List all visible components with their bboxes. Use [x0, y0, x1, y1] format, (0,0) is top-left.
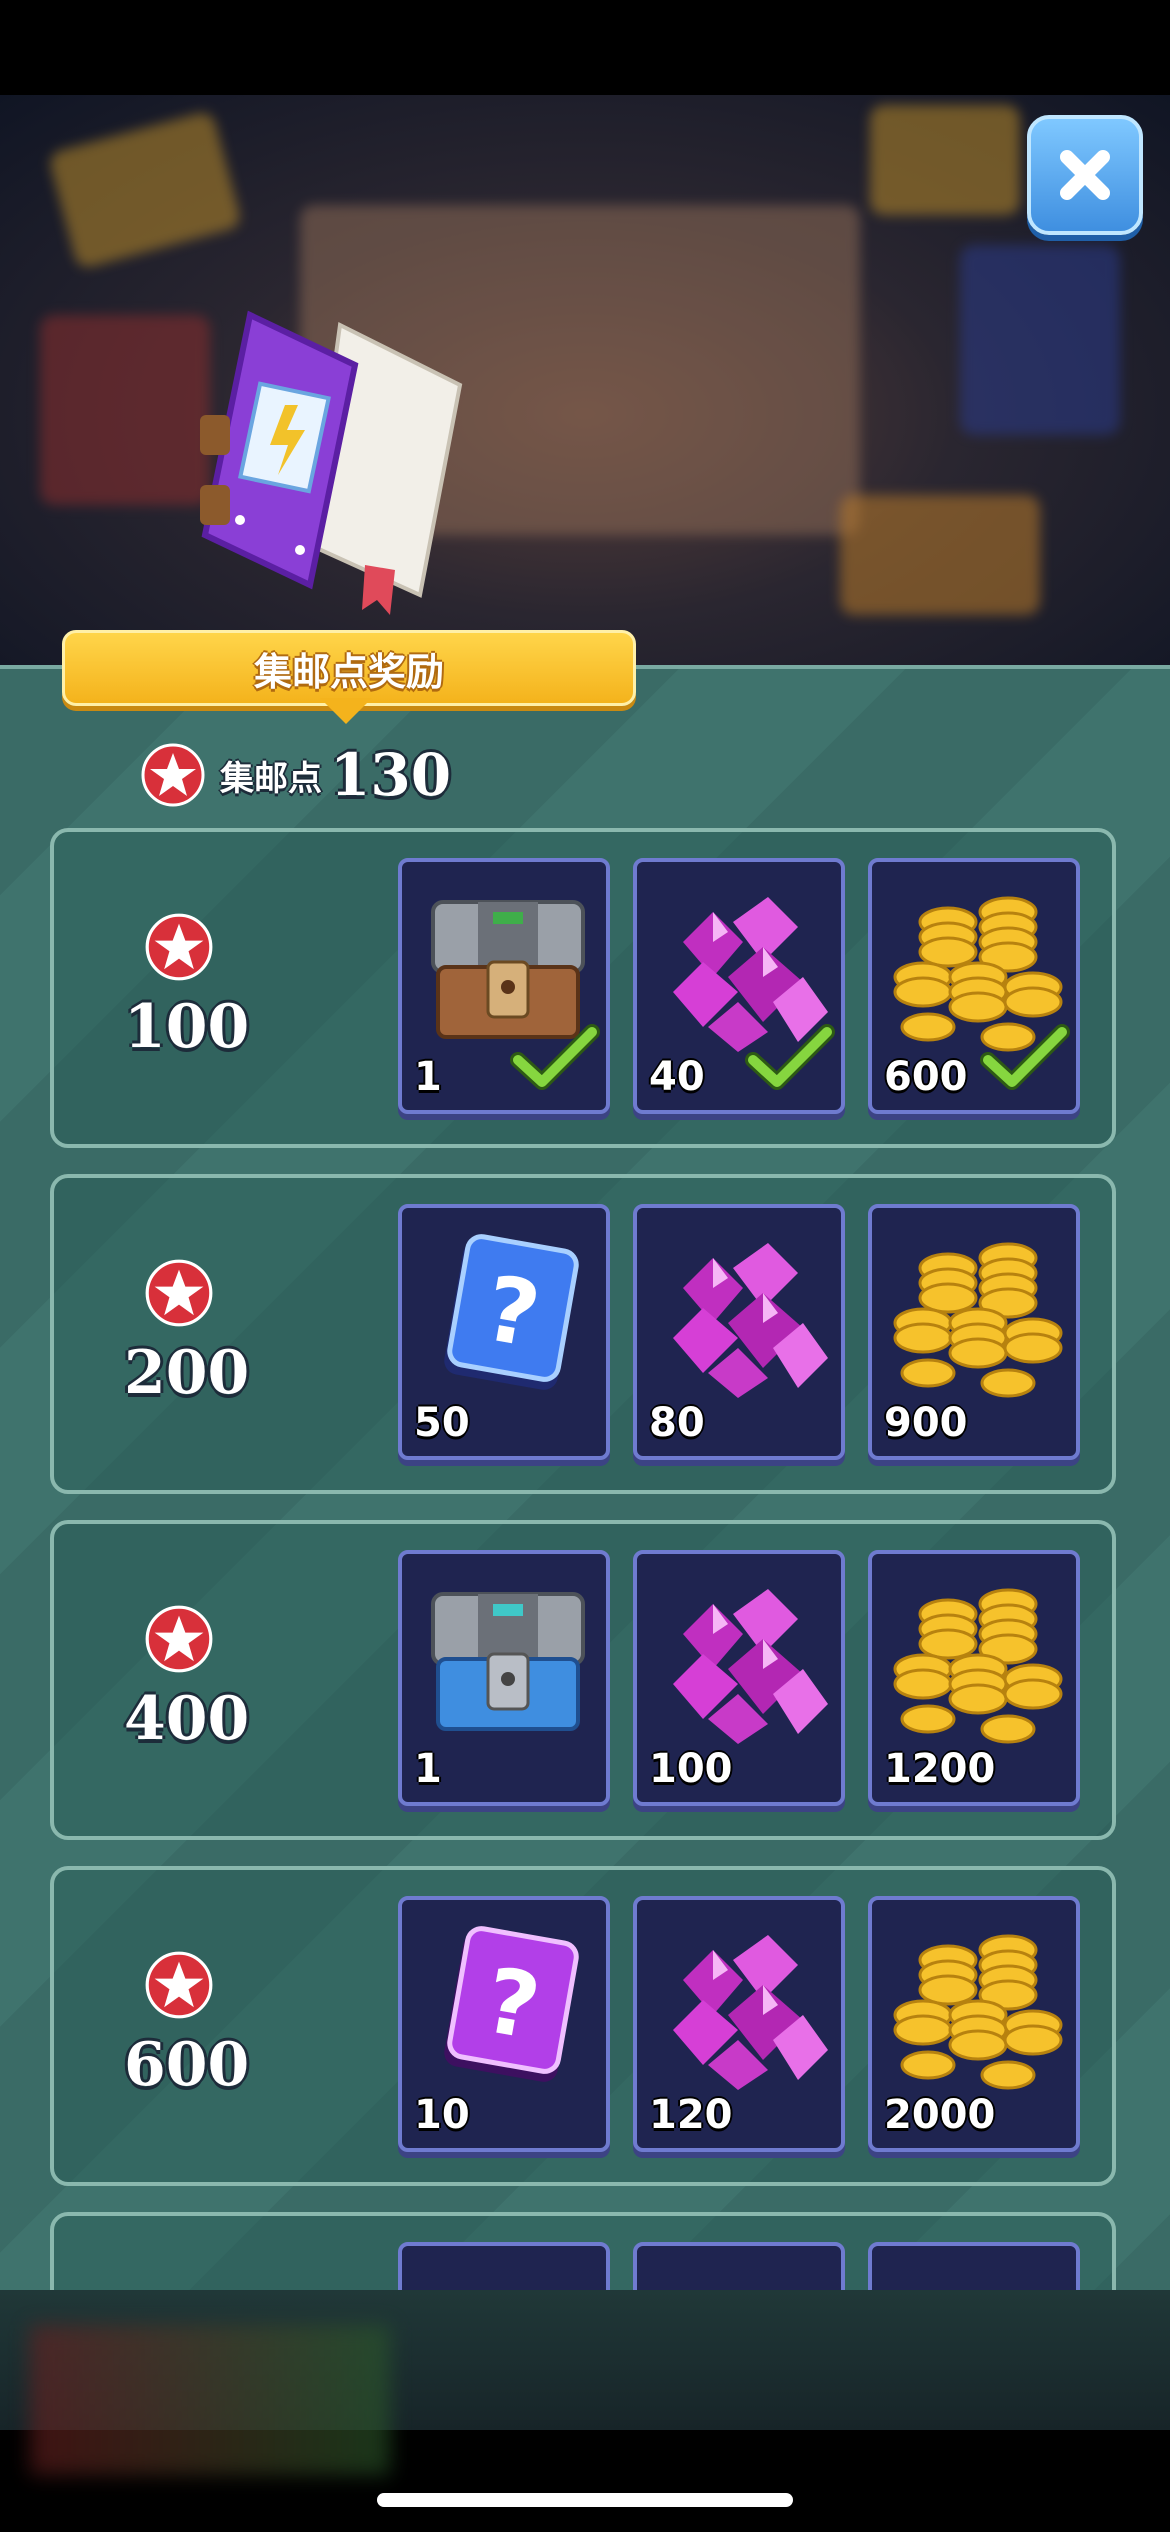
reward-slot[interactable]: ? 50	[398, 1204, 610, 1460]
reward-tier-row: 200 ? 50 80 900	[50, 1174, 1116, 1494]
bottom-scene	[30, 2325, 390, 2475]
background-scene	[0, 95, 1170, 675]
reward-slot[interactable]: 80	[633, 1204, 845, 1460]
reward-quantity: 10	[414, 2092, 470, 2138]
points-summary: 集邮点 130	[140, 735, 451, 815]
stamp-star-icon	[145, 913, 213, 981]
points-label: 集邮点	[220, 758, 322, 799]
tier-star	[144, 1604, 214, 1678]
tier-threshold: 200	[124, 1338, 250, 1408]
reward-slot[interactable]: 120	[633, 1896, 845, 2152]
stamp-star-icon	[145, 1951, 213, 2019]
reward-slot[interactable]: 900	[868, 1204, 1080, 1460]
reward-quantity: 1200	[884, 1746, 996, 1792]
page-title: 集邮点奖励	[62, 630, 636, 706]
reward-quantity: 120	[649, 2092, 733, 2138]
reward-slot[interactable]: 1	[398, 858, 610, 1114]
reward-quantity: 100	[649, 1746, 733, 1792]
stamp-album-icon	[200, 310, 463, 615]
reward-tier-row: 400 1 100 1200	[50, 1520, 1116, 1840]
points-value: 130	[330, 741, 452, 809]
reward-quantity: 600	[884, 1054, 968, 1100]
reward-quantity: 1	[414, 1746, 442, 1792]
reward-quantity: 80	[649, 1400, 705, 1446]
reward-slot[interactable]: 600	[868, 858, 1080, 1114]
reward-quantity: 1	[414, 1054, 442, 1100]
reward-tier-row: 100 1 40 600	[50, 828, 1116, 1148]
reward-quantity: 40	[649, 1054, 705, 1100]
reward-slot[interactable]: 1200	[868, 1550, 1080, 1806]
reward-quantity: 2000	[884, 2092, 996, 2138]
close-icon	[1060, 150, 1110, 200]
tier-star	[144, 1950, 214, 2024]
home-indicator[interactable]	[377, 2493, 793, 2507]
banner-pointer	[320, 698, 372, 724]
tier-threshold: 600	[124, 2030, 250, 2100]
stamp-star-icon	[145, 1259, 213, 1327]
reward-slot[interactable]: 40	[633, 858, 845, 1114]
claimed-check-icon	[980, 1024, 1070, 1090]
claimed-check-icon	[510, 1024, 600, 1090]
reward-quantity: 50	[414, 1400, 470, 1446]
reward-tier-row: 600 ? 10 120 2000	[50, 1866, 1116, 2186]
reward-slot[interactable]: 2000	[868, 1896, 1080, 2152]
reward-slot[interactable]: 100	[633, 1550, 845, 1806]
reward-quantity: 900	[884, 1400, 968, 1446]
claimed-check-icon	[745, 1024, 835, 1090]
tier-threshold: 100	[124, 992, 250, 1062]
close-button[interactable]	[1027, 115, 1143, 235]
tier-star	[144, 912, 214, 986]
tier-threshold: 400	[124, 1684, 250, 1754]
reward-slot[interactable]: 1	[398, 1550, 610, 1806]
tier-star	[144, 1258, 214, 1332]
stamp-star-icon	[145, 1605, 213, 1673]
reward-slot[interactable]: ? 10	[398, 1896, 610, 2152]
stamp-star-icon	[141, 743, 205, 807]
